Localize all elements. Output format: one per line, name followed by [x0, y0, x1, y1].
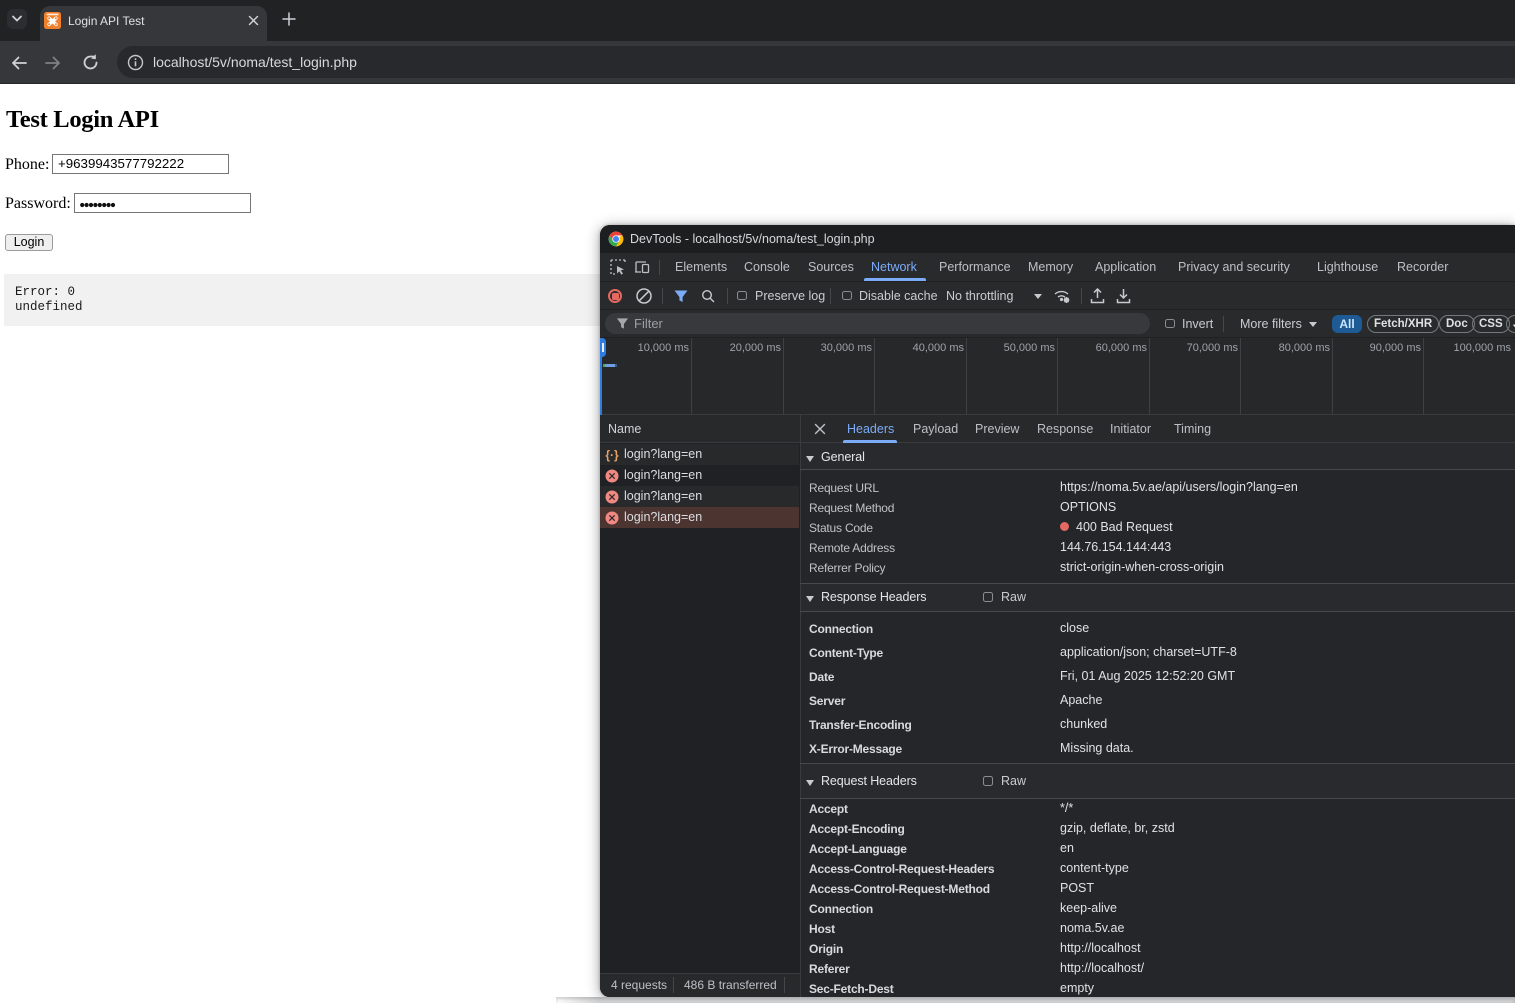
- svg-text:{·}: {·}: [605, 448, 619, 462]
